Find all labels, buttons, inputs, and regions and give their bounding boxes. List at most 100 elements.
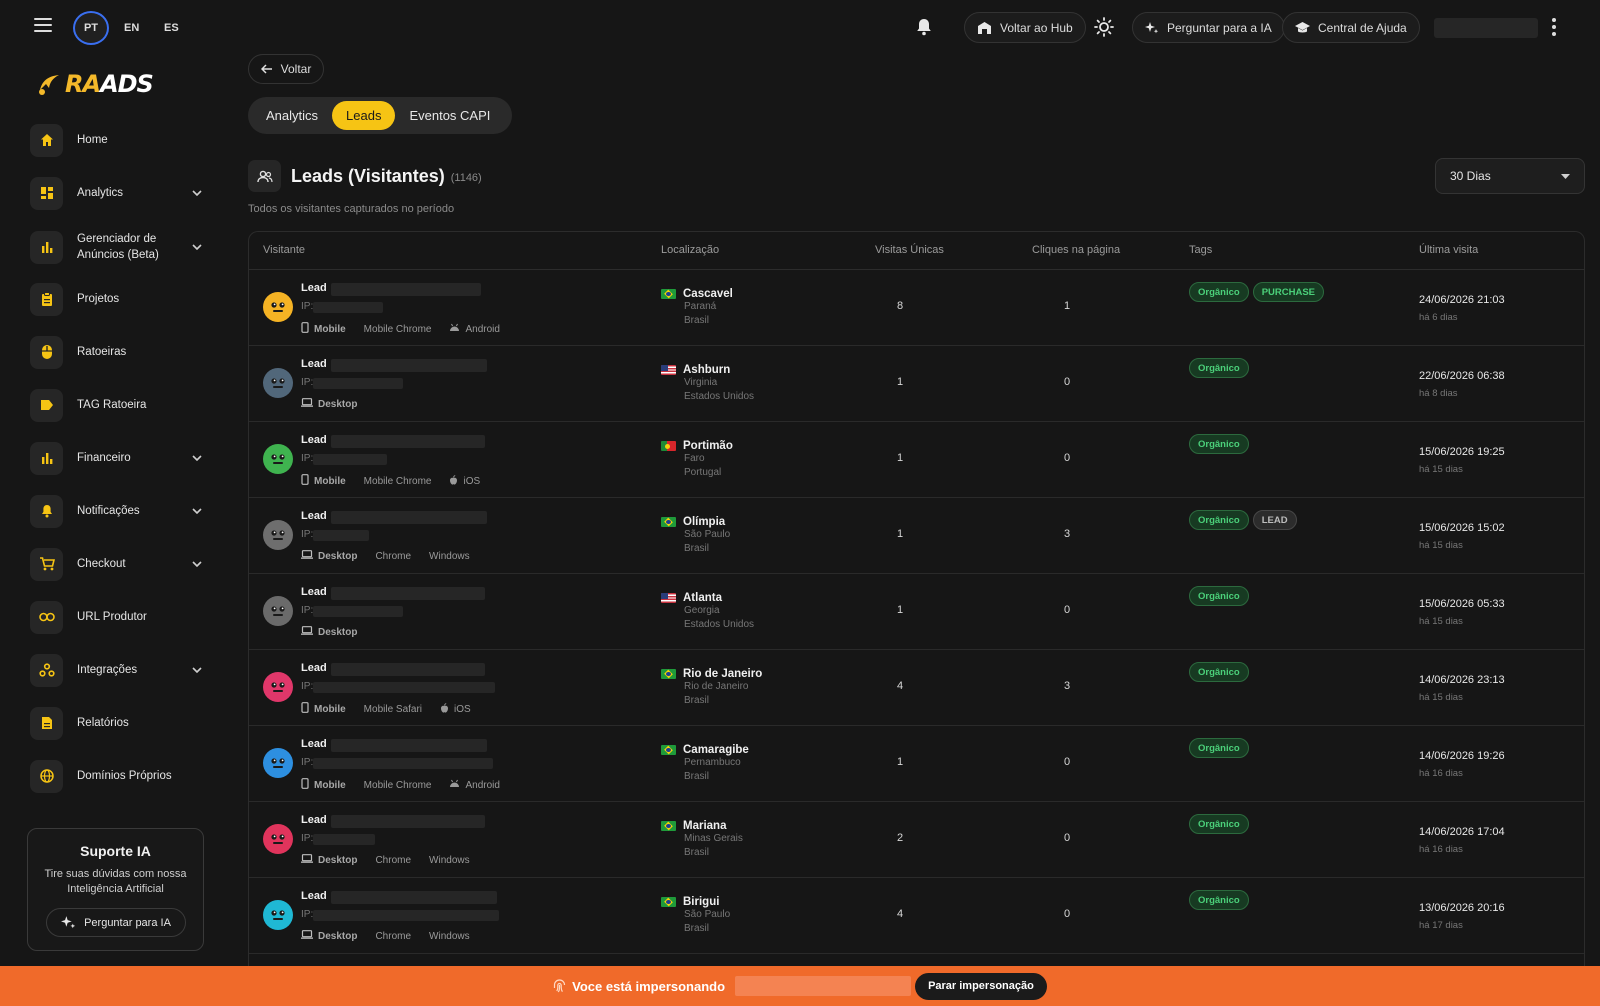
sidebar-item-projects[interactable]: Projetos: [30, 282, 202, 316]
region: Pernambuco: [684, 757, 741, 768]
table-row[interactable]: Lead IP: Mobile Mobile Safari iOS Rio de Jane…: [249, 650, 1584, 726]
ask-ai-support-button[interactable]: Perguntar para IA: [46, 908, 186, 937]
device-info: Mobile Mobile Chrome iOS: [301, 474, 480, 488]
table-row[interactable]: Lead IP: Mobile Mobile Chrome iOS Portimão Far…: [249, 422, 1584, 498]
table-row[interactable]: Lead IP: Desktop Chrome Windows Mariana Minas …: [249, 802, 1584, 878]
desktop-icon: [301, 550, 313, 562]
globe-icon: [30, 759, 63, 793]
table-row[interactable]: Lead IP: Desktop Chrome Windows Olímpia São Pa…: [249, 498, 1584, 574]
header-location[interactable]: Localização: [661, 244, 719, 256]
unique-visits: 1: [896, 604, 904, 616]
chevron-down-icon[interactable]: [192, 188, 202, 198]
theme-toggle-icon[interactable]: [1091, 14, 1117, 40]
sparkle-icon: [1145, 21, 1159, 33]
lead-label[interactable]: Lead: [301, 662, 327, 674]
city: Camaragibe: [683, 744, 749, 756]
tab-capi-events[interactable]: Eventos CAPI: [395, 101, 504, 130]
lead-label[interactable]: Lead: [301, 814, 327, 826]
sidebar-item-url-produtor[interactable]: URL Produtor: [30, 600, 202, 634]
page-clicks: 0: [1063, 376, 1071, 388]
bell-icon[interactable]: [911, 14, 937, 40]
chevron-down-icon[interactable]: [192, 453, 202, 463]
device-info: Desktop: [301, 626, 357, 638]
device-info: Mobile Mobile Chrome Android: [301, 322, 500, 336]
sidebar-item-analytics[interactable]: Analytics: [30, 176, 202, 210]
sidebar-item-domains[interactable]: Domínios Próprios: [30, 759, 202, 793]
lead-label[interactable]: Lead: [301, 738, 327, 750]
region: Georgia: [684, 605, 720, 616]
support-button-label: Perguntar para IA: [84, 916, 171, 929]
sidebar-item-home[interactable]: Home: [30, 123, 202, 157]
sidebar-item-integrations[interactable]: Integrações: [30, 653, 202, 687]
sidebar-item-financeiro[interactable]: Financeiro: [30, 441, 202, 475]
date-range-value: 30 Dias: [1450, 169, 1491, 183]
user-account-redacted[interactable]: [1434, 18, 1538, 38]
last-visit-date: 14/06/2026 23:13: [1419, 674, 1505, 686]
back-to-hub-button[interactable]: Voltar ao Hub: [964, 12, 1086, 43]
unique-visits: 4: [896, 908, 904, 920]
sidebar-item-checkout[interactable]: Checkout: [30, 547, 202, 581]
tag-badge: Orgânico: [1189, 434, 1249, 454]
header-visitor[interactable]: Visitante: [263, 244, 305, 256]
bar-chart-icon: [30, 441, 63, 475]
sidebar-item-tag-ratoeira[interactable]: TAG Ratoeira: [30, 388, 202, 422]
language-es[interactable]: ES: [164, 11, 179, 45]
support-title: Suporte IA: [80, 843, 151, 859]
sidebar-item-reports[interactable]: Relatórios: [30, 706, 202, 740]
caret-down-icon: [1561, 173, 1570, 179]
logo[interactable]: RAADS: [36, 70, 154, 98]
header-unique-visits[interactable]: Visitas Únicas: [875, 244, 944, 256]
lead-label[interactable]: Lead: [301, 358, 327, 370]
device-type: Desktop: [318, 550, 358, 562]
operating-system: Windows: [429, 854, 470, 866]
page-clicks: 0: [1063, 832, 1071, 844]
lead-label[interactable]: Lead: [301, 586, 327, 598]
chevron-down-icon[interactable]: [192, 242, 202, 252]
location: Mariana Minas Gerais Brasil: [661, 820, 743, 860]
city: Cascavel: [683, 288, 733, 300]
menu-icon[interactable]: [34, 18, 52, 32]
chevron-down-icon[interactable]: [192, 665, 202, 675]
table-row[interactable]: Lead IP: Mobile Mobile Chrome Android Camarag…: [249, 726, 1584, 802]
table-row[interactable]: Lead IP: Desktop Ashburn Virginia Estados Uni…: [249, 346, 1584, 422]
page-clicks: 0: [1063, 452, 1071, 464]
sidebar: RAADS Home Analytics Gerenciador de Anún…: [0, 54, 230, 966]
table-row[interactable]: [249, 954, 1584, 966]
sidebar-item-ratoeiras[interactable]: Ratoeiras: [30, 335, 202, 369]
tab-analytics[interactable]: Analytics: [252, 101, 332, 130]
back-button[interactable]: Voltar: [248, 54, 324, 84]
location: Ashburn Virginia Estados Unidos: [661, 364, 754, 404]
table-row[interactable]: Lead IP: Mobile Mobile Chrome Android Cascave…: [249, 270, 1584, 346]
header-tags[interactable]: Tags: [1189, 244, 1212, 256]
mouse-icon: [30, 335, 63, 369]
operating-system: iOS: [454, 703, 471, 715]
table-row[interactable]: Lead IP: Desktop Atlanta Georgia Estados Unid…: [249, 574, 1584, 650]
lead-label[interactable]: Lead: [301, 282, 327, 294]
date-range-select[interactable]: 30 Dias: [1435, 158, 1585, 194]
location: Camaragibe Pernambuco Brasil: [661, 744, 749, 784]
table-row[interactable]: Lead IP: Desktop Chrome Windows Birigui São Pa…: [249, 878, 1584, 954]
sidebar-item-notifications[interactable]: Notificações: [30, 494, 202, 528]
ip-label: IP:: [301, 757, 314, 768]
stop-impersonation-button[interactable]: Parar impersonação: [915, 972, 1047, 1000]
location: Olímpia São Paulo Brasil: [661, 516, 730, 556]
lead-label[interactable]: Lead: [301, 890, 327, 902]
header-page-clicks[interactable]: Cliques na página: [1032, 244, 1120, 256]
header-last-visit[interactable]: Última visita: [1419, 244, 1478, 256]
avatar: [263, 368, 293, 398]
tab-leads[interactable]: Leads: [332, 101, 396, 130]
help-center-button[interactable]: Central de Ajuda: [1282, 12, 1420, 43]
ip-label: IP:: [301, 681, 314, 692]
last-visit-relative: há 16 dias: [1419, 844, 1463, 855]
ask-ai-button[interactable]: Perguntar para a IA: [1132, 12, 1285, 43]
language-pt[interactable]: PT: [73, 11, 109, 45]
language-en[interactable]: EN: [124, 11, 139, 45]
sidebar-item-ads-manager[interactable]: Gerenciador de Anúncios (Beta): [30, 229, 202, 265]
lead-label[interactable]: Lead: [301, 510, 327, 522]
device-type: Desktop: [318, 398, 358, 410]
webhook-icon: [30, 653, 63, 687]
more-options-icon[interactable]: [1551, 18, 1557, 36]
lead-label[interactable]: Lead: [301, 434, 327, 446]
chevron-down-icon[interactable]: [192, 559, 202, 569]
chevron-down-icon[interactable]: [192, 506, 202, 516]
